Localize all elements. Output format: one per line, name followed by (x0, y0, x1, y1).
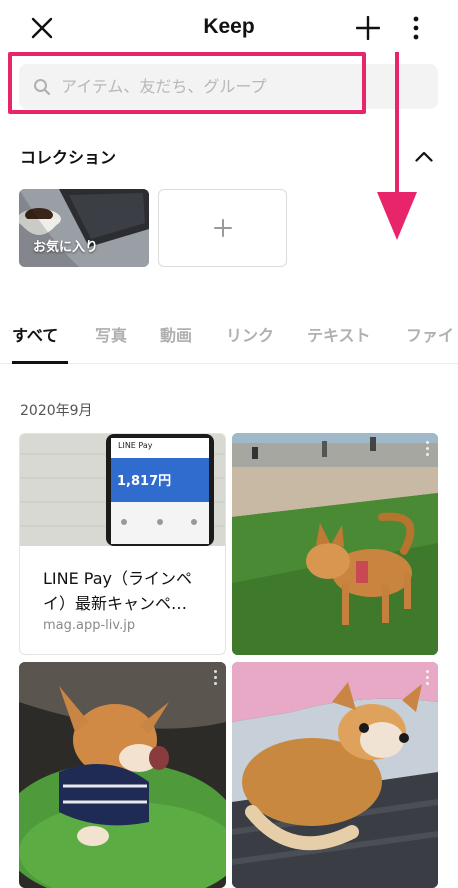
tab-all[interactable]: すべて (12, 322, 58, 346)
category-tabs: すべて 写真 動画 リンク テキスト ファイ (0, 316, 458, 364)
annotation-highlight-box (8, 52, 366, 114)
add-collection-button[interactable] (158, 189, 287, 267)
more-vertical-icon (413, 16, 419, 40)
keep-item-photo[interactable] (232, 662, 438, 888)
collection-favorites[interactable]: お気に入り (19, 189, 149, 267)
collection-favorites-thumbnail (19, 189, 149, 267)
tab-videos[interactable]: 動画 (160, 322, 192, 346)
collection-toggle-button[interactable] (410, 144, 438, 168)
group-date-heading: 2020年9月 (20, 403, 93, 419)
collection-title: コレクション (20, 148, 117, 167)
page-title: Keep (203, 15, 255, 38)
plus-icon (213, 219, 232, 237)
header-bar: Keep (0, 0, 458, 56)
tab-files[interactable]: ファイ (406, 322, 454, 346)
keep-item-photo[interactable] (232, 433, 438, 655)
link-thumbnail: LINE Pay 1,817円 (20, 434, 225, 546)
more-options-button[interactable] (398, 10, 434, 46)
photo-dog-curled (232, 662, 438, 888)
add-button[interactable] (350, 10, 386, 46)
more-vertical-icon[interactable] (426, 670, 430, 688)
tab-active-indicator (12, 361, 68, 364)
more-vertical-icon[interactable] (214, 670, 218, 688)
more-vertical-icon[interactable] (426, 441, 430, 459)
keep-item-photo[interactable] (19, 662, 226, 888)
tab-links[interactable]: リンク (226, 322, 274, 346)
chevron-up-icon (415, 151, 433, 162)
linepay-app-name: LINE Pay (118, 441, 153, 450)
photo-dog-yawning (19, 662, 226, 888)
collection-favorites-label: お気に入り (33, 240, 99, 255)
linepay-balance: 1,817円 (117, 474, 172, 489)
link-title: LINE Pay（ラインペイ）最新キャンペ… (43, 569, 193, 613)
tab-photos[interactable]: 写真 (95, 322, 127, 346)
photo-dog-on-grass (232, 433, 438, 655)
link-url: mag.app-liv.jp (43, 618, 136, 633)
tab-text[interactable]: テキスト (307, 322, 371, 346)
keep-item-link[interactable]: LINE Pay 1,817円 LINE Pay（ラインペイ）最新キャンペ… m… (19, 433, 226, 655)
plus-icon (356, 16, 380, 40)
